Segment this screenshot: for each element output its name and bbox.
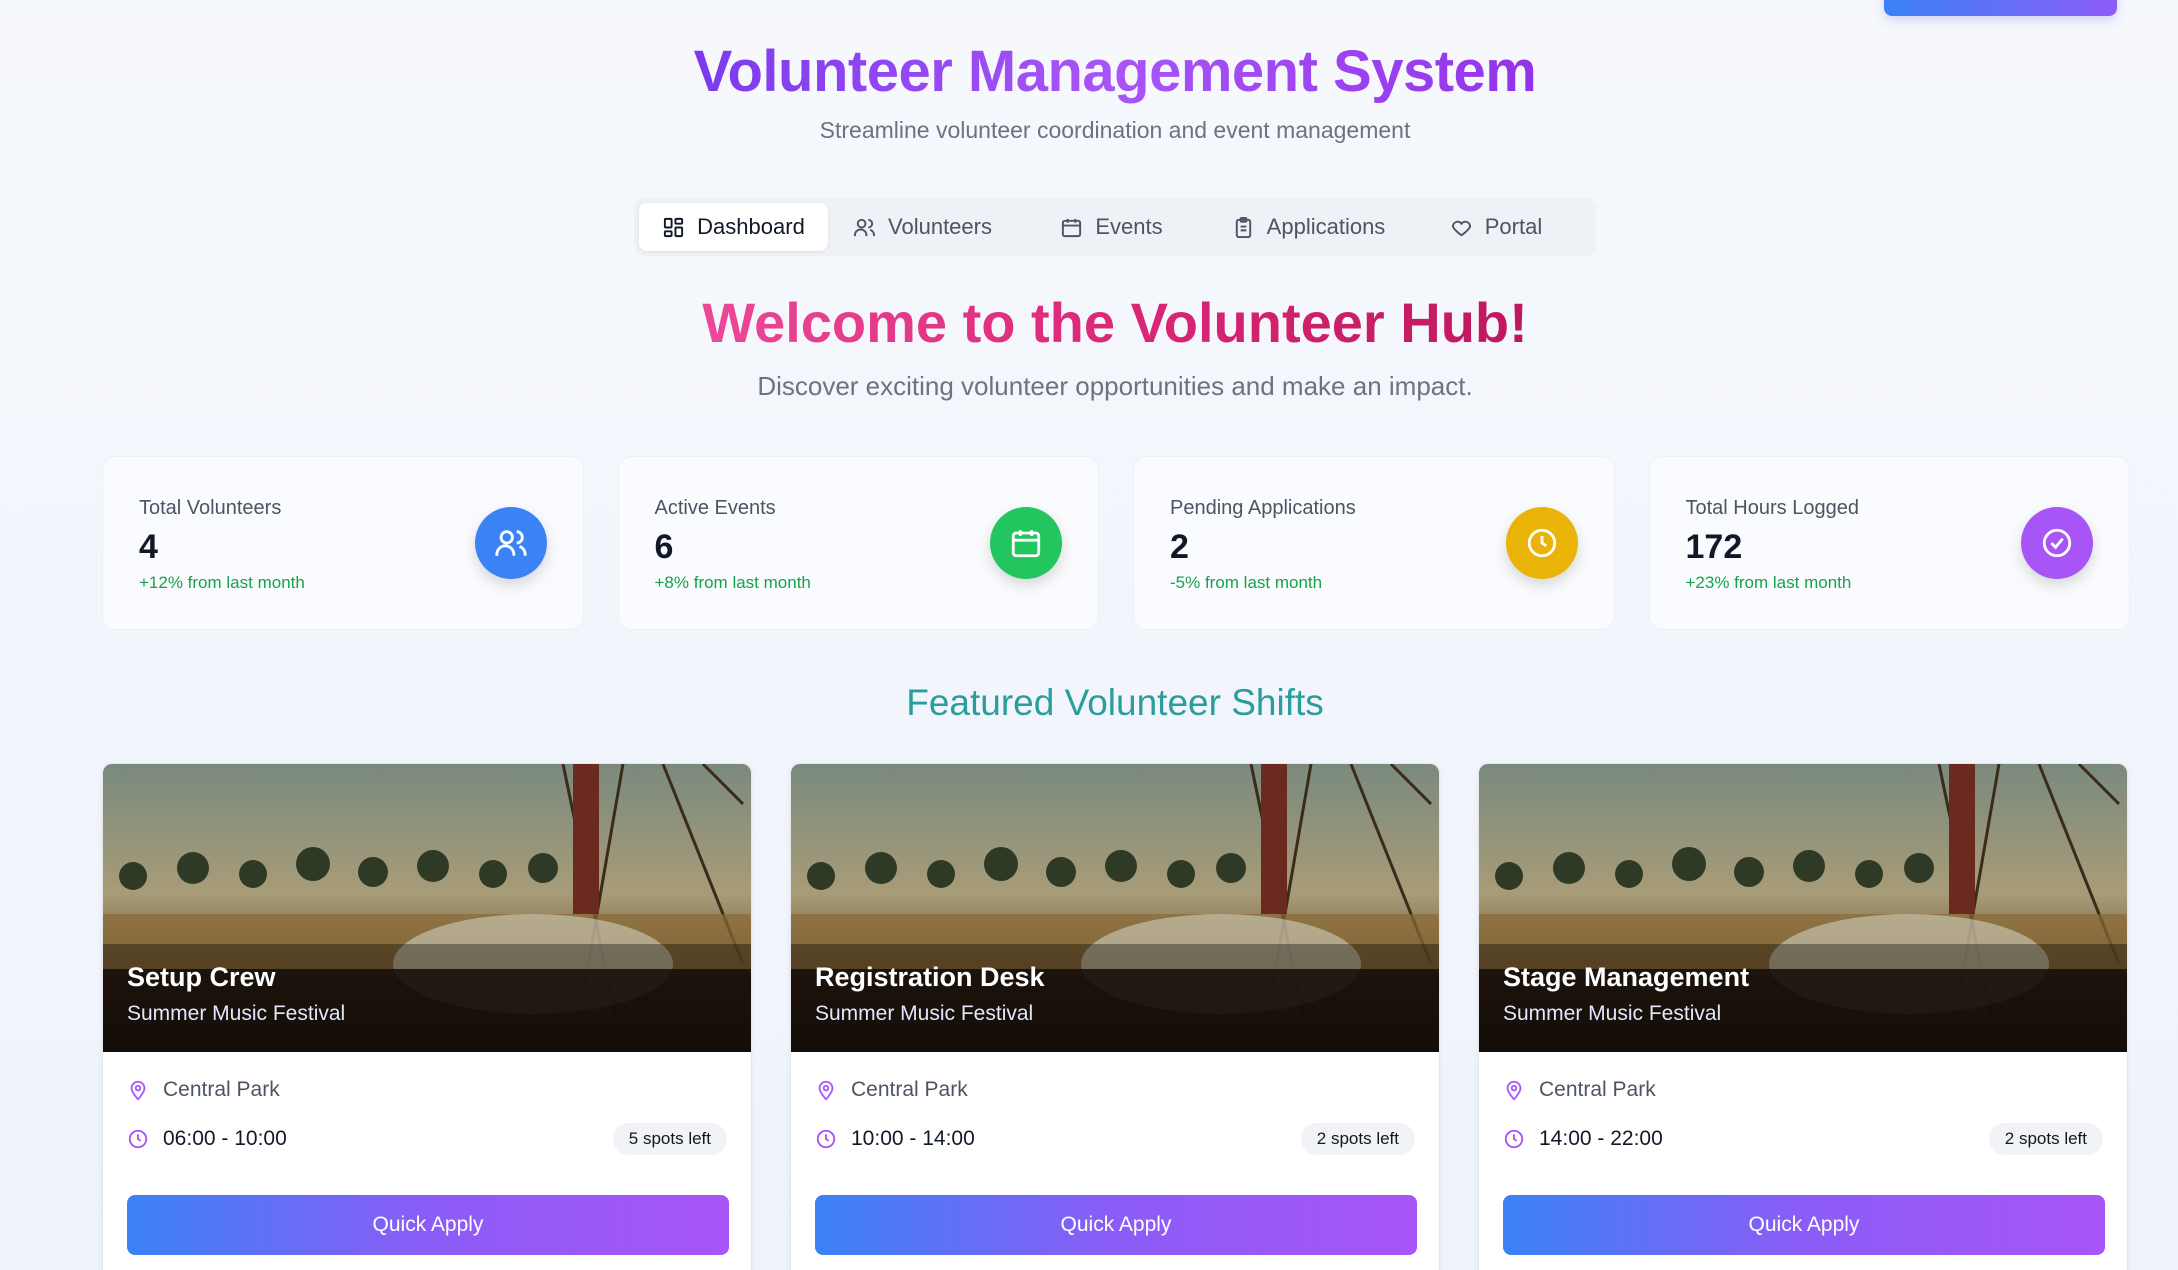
shift-time-row: 06:00 - 10:00 5 spots left: [127, 1123, 727, 1155]
location-text: Central Park: [163, 1078, 280, 1101]
tab-applications[interactable]: Applications: [1206, 203, 1411, 251]
shift-location: Central Park: [1503, 1076, 2103, 1104]
check-circle-icon: [2021, 507, 2093, 579]
clock-icon: [1504, 1129, 1524, 1149]
shift-event: Summer Music Festival: [815, 1002, 1034, 1025]
clipboard-icon: [1235, 216, 1251, 238]
shift-image: Registration Desk Summer Music Festival: [791, 764, 1439, 1052]
top-right-button[interactable]: [1884, 0, 2117, 16]
tab-label: Events: [1095, 214, 1163, 239]
calendar-icon: [1062, 218, 1082, 237]
shift-body: Central Park 06:00 - 10:00 5 spots left …: [103, 1052, 751, 1255]
heart-icon: [1451, 220, 1471, 236]
app-title: Volunteer Management System: [693, 39, 1537, 104]
stat-card-total-hours: Total Hours Logged 172 +23% from last mo…: [1648, 456, 2130, 630]
spots-badge: 2 spots left: [1988, 1123, 2103, 1155]
shift-image: Stage Management Summer Music Festival: [1479, 764, 2127, 1052]
map-pin-icon: [130, 1080, 146, 1101]
shift-body: Central Park 14:00 - 22:00 2 spots left …: [1479, 1052, 2127, 1255]
stat-card-total-volunteers: Total Volunteers 4 +12% from last month: [102, 456, 584, 630]
welcome-title: Welcome to the Volunteer Hub!: [702, 291, 1528, 354]
tab-label: Applications: [1266, 214, 1386, 239]
tab-volunteers[interactable]: Volunteers: [828, 203, 1017, 251]
shift-time-row: 10:00 - 14:00 2 spots left: [815, 1123, 1415, 1155]
shift-time-row: 14:00 - 22:00 2 spots left: [1503, 1123, 2103, 1155]
stats-row: Total Volunteers 4 +12% from last month …: [102, 456, 2130, 630]
app-subtitle: Streamline volunteer coordination and ev…: [819, 117, 1411, 143]
page: Volunteer Management System Streamline v…: [0, 0, 2178, 1270]
shift-event: Summer Music Festival: [1503, 1002, 1722, 1025]
users-icon: [853, 218, 876, 236]
shift-title: Stage Management: [1503, 962, 1750, 992]
shift-location: Central Park: [815, 1076, 1415, 1104]
shift-title: Setup Crew: [127, 962, 276, 992]
shift-card: Registration Desk Summer Music Festival …: [790, 763, 1440, 1270]
shift-card: Stage Management Summer Music Festival C…: [1478, 763, 2128, 1270]
featured-shifts-list: Setup Crew Summer Music Festival Central…: [102, 763, 2130, 1270]
clock-icon: [128, 1129, 148, 1149]
location-text: Central Park: [1539, 1078, 1656, 1101]
quick-apply-button[interactable]: Quick Apply: [127, 1195, 729, 1255]
welcome-section: Welcome to the Volunteer Hub! Discover e…: [0, 290, 2178, 402]
stat-card-pending-applications: Pending Applications 2 -5% from last mon…: [1133, 456, 1615, 630]
time-text: 06:00 - 10:00: [163, 1127, 287, 1150]
tab-dashboard[interactable]: Dashboard: [639, 203, 828, 251]
calendar-icon: [990, 507, 1062, 579]
featured-shifts-title: Featured Volunteer Shifts: [906, 682, 1324, 723]
spots-badge: 2 spots left: [1300, 1123, 1415, 1155]
shift-title: Registration Desk: [815, 962, 1045, 992]
tab-portal[interactable]: Portal: [1411, 203, 1581, 251]
stat-card-active-events: Active Events 6 +8% from last month: [617, 456, 1099, 630]
tab-label: Volunteers: [888, 214, 992, 239]
shift-event: Summer Music Festival: [127, 1002, 346, 1025]
clock-icon: [1505, 507, 1578, 579]
quick-apply-button[interactable]: Quick Apply: [815, 1195, 1417, 1255]
spots-badge: 5 spots left: [612, 1123, 727, 1155]
clock-icon: [816, 1129, 836, 1149]
dashboard-grid-icon: [664, 217, 684, 237]
tab-label: Portal: [1484, 214, 1543, 239]
location-text: Central Park: [851, 1078, 968, 1101]
welcome-subtitle: Discover exciting volunteer opportunitie…: [757, 371, 1473, 401]
tab-events[interactable]: Events: [1017, 203, 1206, 251]
map-pin-icon: [818, 1080, 834, 1101]
main-tabs: Dashboard Volunteers Events Applications…: [634, 198, 1596, 256]
time-text: 14:00 - 22:00: [1539, 1127, 1663, 1150]
tab-label: Dashboard: [697, 214, 805, 239]
map-pin-icon: [1506, 1080, 1522, 1101]
quick-apply-button[interactable]: Quick Apply: [1503, 1195, 2105, 1255]
shift-location: Central Park: [127, 1076, 727, 1104]
shift-card: Setup Crew Summer Music Festival Central…: [102, 763, 752, 1270]
time-text: 10:00 - 14:00: [851, 1127, 975, 1150]
shift-body: Central Park 10:00 - 14:00 2 spots left …: [791, 1052, 1439, 1255]
header: Volunteer Management System Streamline v…: [0, 38, 2178, 144]
users-icon: [474, 507, 547, 579]
shift-image: Setup Crew Summer Music Festival: [103, 764, 751, 1052]
